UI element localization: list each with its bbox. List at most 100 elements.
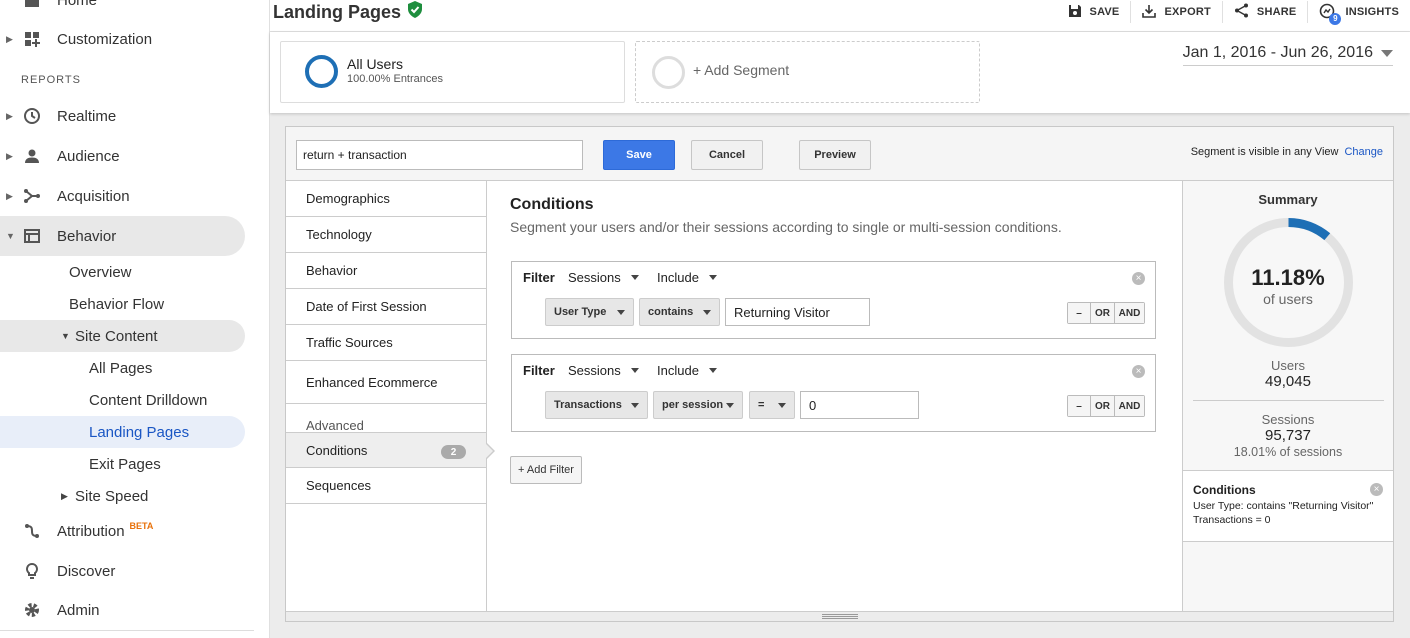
nav-behavior-label: Behavior	[57, 227, 117, 245]
nav-home-label: Home	[57, 0, 98, 9]
add-segment-label: + Add Segment	[693, 62, 790, 78]
active-category-pointer	[485, 442, 495, 460]
clear-conditions-icon[interactable]: ×	[1370, 483, 1383, 496]
chevron-down-icon	[630, 275, 639, 280]
export-button[interactable]: EXPORT	[1130, 1, 1221, 23]
nav-overview[interactable]: Overview	[69, 256, 132, 288]
add-filter-button[interactable]: + Add Filter	[510, 456, 582, 484]
nav-site-speed[interactable]: ▶ Site Speed	[0, 480, 245, 512]
visibility-text: Segment is visible in any View	[1190, 146, 1339, 158]
chevron-down-icon	[708, 368, 717, 373]
category-technology[interactable]: Technology	[286, 217, 486, 253]
chevron-down-icon	[703, 309, 711, 315]
category-conditions[interactable]: Conditions 2	[286, 432, 486, 468]
summary-percent-sub: of users	[1263, 291, 1313, 307]
conditions-label: Conditions	[306, 442, 368, 458]
date-range-picker[interactable]: Jan 1, 2016 - Jun 26, 2016	[1182, 44, 1393, 66]
nav-discover-label: Discover	[57, 562, 116, 580]
behavior-window-icon	[22, 226, 42, 246]
summary-panel: Summary 11.18% of users Users 49,045 Ses…	[1182, 181, 1393, 611]
add-segment-button[interactable]: + Add Segment	[635, 41, 980, 103]
sessions-value: 95,737	[1265, 427, 1311, 444]
preview-button[interactable]: Preview	[799, 140, 871, 170]
beta-badge: BETA	[129, 520, 154, 531]
or-button[interactable]: OR	[1090, 396, 1114, 416]
nav-exit-pages[interactable]: Exit Pages	[89, 448, 161, 480]
and-button[interactable]: AND	[1114, 396, 1144, 416]
category-sequences[interactable]: Sequences	[286, 468, 486, 504]
segment-name-input[interactable]	[296, 140, 583, 170]
filter-mode-value: Include	[657, 270, 699, 285]
save-report-button[interactable]: SAVE	[1057, 1, 1131, 23]
category-traffic-sources[interactable]: Traffic Sources	[286, 325, 486, 361]
sidebar: Home ▶ Customization REPORTS ▶ Realtime …	[0, 0, 270, 638]
filter-block-2: Filter Sessions Include × Transactions p…	[511, 354, 1156, 432]
remove-filter-icon[interactable]: ×	[1132, 272, 1145, 285]
nav-admin-label: Admin	[57, 601, 100, 619]
insights-label: INSIGHTS	[1345, 6, 1399, 18]
visibility-change-link[interactable]: Change	[1344, 146, 1383, 158]
operator-value: contains	[648, 306, 694, 318]
dimension-dropdown[interactable]: User Type	[545, 298, 634, 326]
summary-divider	[1193, 400, 1384, 401]
category-date-of-first-session[interactable]: Date of First Session	[286, 289, 486, 325]
segment-bar: All Users 100.00% Entrances + Add Segmen…	[270, 32, 1410, 113]
category-demographics[interactable]: Demographics	[286, 181, 486, 217]
category-behavior[interactable]: Behavior	[286, 253, 486, 289]
filter-mode-dropdown[interactable]: Include	[657, 363, 717, 378]
caret-right-icon: ▶	[6, 110, 13, 121]
download-icon	[1142, 4, 1157, 21]
summary-title: Summary	[1258, 192, 1318, 207]
category-enhanced-ecommerce[interactable]: Enhanced Ecommerce	[286, 361, 486, 404]
conditions-panel: Conditions Segment your users and/or the…	[510, 181, 1160, 611]
nav-site-content[interactable]: ▼ Site Content	[0, 320, 245, 352]
sessions-label: Sessions	[1261, 412, 1315, 427]
filter-scope-dropdown[interactable]: Sessions	[568, 363, 639, 378]
summary-conditions-title: Conditions	[1193, 483, 1256, 497]
filter-value-input[interactable]	[725, 298, 870, 326]
editor-resize-bar[interactable]	[286, 611, 1393, 621]
conditions-count-badge: 2	[441, 445, 466, 459]
chevron-down-icon	[778, 402, 786, 408]
nav-landing-pages[interactable]: Landing Pages	[0, 416, 245, 448]
attribution-icon	[22, 521, 42, 541]
remove-condition-button[interactable]: –	[1068, 396, 1090, 416]
operator-value: =	[758, 399, 765, 411]
remove-condition-button[interactable]: –	[1068, 303, 1090, 323]
segment-all-users[interactable]: All Users 100.00% Entrances	[280, 41, 625, 103]
reports-section-label: REPORTS	[21, 74, 81, 86]
filter-value-input[interactable]	[800, 391, 919, 419]
acquisition-icon	[22, 186, 42, 206]
nav-all-pages[interactable]: All Pages	[89, 352, 152, 384]
chevron-down-icon	[631, 402, 639, 408]
and-button[interactable]: AND	[1114, 303, 1144, 323]
resize-grip-icon[interactable]	[822, 614, 858, 619]
dimension-value: Transactions	[554, 399, 622, 411]
floppy-disk-icon	[1068, 4, 1082, 21]
caret-down-icon: ▼	[6, 231, 15, 241]
remove-filter-icon[interactable]: ×	[1132, 365, 1145, 378]
segment-detail: 100.00% Entrances	[347, 73, 444, 85]
attribution-text: Attribution	[57, 522, 125, 540]
segment-name: All Users	[347, 56, 404, 72]
operator-dropdown[interactable]: =	[749, 391, 795, 419]
filter-label: Filter	[523, 270, 555, 285]
or-button[interactable]: OR	[1090, 303, 1114, 323]
save-button[interactable]: Save	[603, 140, 675, 170]
nav-attribution-label: Attribution BETA	[57, 520, 154, 540]
per-session-dropdown[interactable]: per session	[653, 391, 743, 419]
sidebar-divider	[0, 630, 254, 631]
page-title-text: Landing Pages	[273, 1, 402, 22]
filter-scope-dropdown[interactable]: Sessions	[568, 270, 639, 285]
nav-behavior[interactable]: ▼ Behavior	[0, 216, 245, 256]
operator-dropdown[interactable]: contains	[639, 298, 720, 326]
dimension-dropdown[interactable]: Transactions	[545, 391, 648, 419]
caret-right-icon: ▶	[6, 190, 13, 201]
filter-mode-dropdown[interactable]: Include	[657, 270, 717, 285]
nav-content-drilldown[interactable]: Content Drilldown	[89, 384, 207, 416]
nav-landing-pages-label: Landing Pages	[89, 423, 190, 441]
nav-behavior-flow[interactable]: Behavior Flow	[69, 288, 164, 320]
insights-button[interactable]: 9 INSIGHTS	[1307, 1, 1410, 25]
cancel-button[interactable]: Cancel	[691, 140, 763, 170]
share-button[interactable]: SHARE	[1221, 1, 1308, 23]
